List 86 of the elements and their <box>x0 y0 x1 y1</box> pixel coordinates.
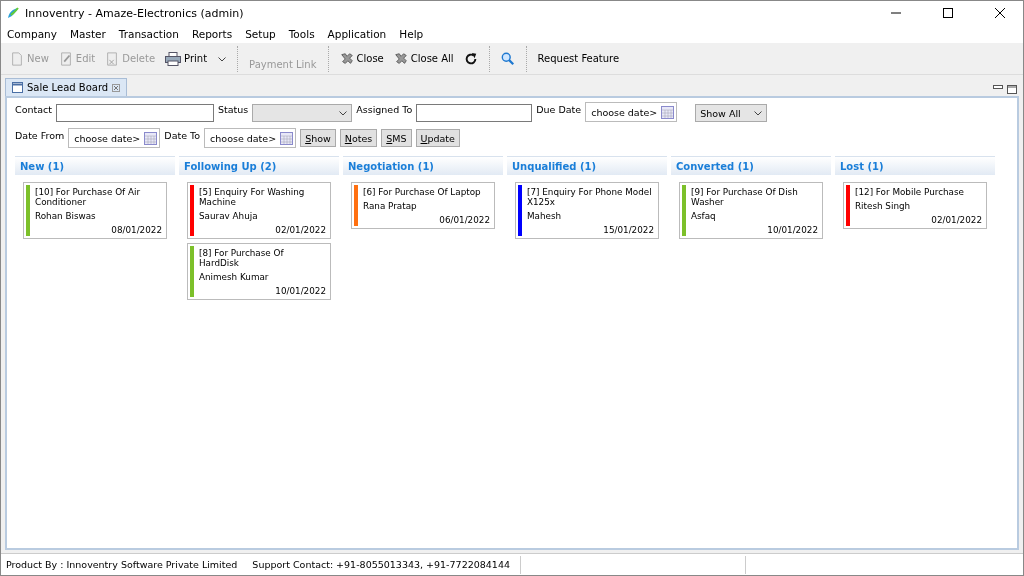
lead-title: [6] For Purchase Of Laptop <box>363 187 482 197</box>
dropdown-caret-icon <box>218 57 227 62</box>
status-text: Product By : Innoventry Software Private Limited <box>5 559 239 570</box>
action-button[interactable]: Show <box>300 129 336 147</box>
show-dropdown[interactable]: Show All <box>695 104 768 122</box>
maximize-icon[interactable] <box>943 8 953 18</box>
calendar-icon[interactable] <box>280 131 294 145</box>
close-icon <box>393 51 408 66</box>
date-to-field[interactable]: choose date> <box>204 128 297 148</box>
close-icon <box>339 51 354 66</box>
request-feature-link[interactable]: Request Feature <box>534 51 623 66</box>
lead-contact: Saurav Ahuja <box>199 211 259 221</box>
lead-date: 08/01/2022 <box>111 225 162 235</box>
menu-item[interactable]: Application <box>327 28 387 40</box>
lead-date: 02/01/2022 <box>275 225 326 235</box>
delete-document-icon <box>105 51 120 66</box>
column-header: New (1) <box>15 156 175 175</box>
column-header: Lost (1) <box>835 156 995 175</box>
action-button[interactable]: SMS <box>381 129 412 147</box>
field-label: Status <box>217 103 249 115</box>
close-button[interactable]: Close All <box>390 49 457 68</box>
field-label: Due Date <box>536 103 582 115</box>
lead-card[interactable]: [5] Enquiry For Washing Machine Saurav Ahuja 02/01/2022 <box>187 182 331 239</box>
app-logo-icon <box>7 7 19 19</box>
lead-title: [7] Enquiry For Phone Model X125x <box>527 187 653 207</box>
close-button[interactable]: Close <box>336 49 387 68</box>
window-title: Innoventry - Amaze-Electronics (admin) <box>25 6 245 20</box>
menu-item[interactable]: Master <box>69 28 106 40</box>
lead-title: [12] For Mobile Purchase <box>855 187 965 197</box>
lead-date: 10/01/2022 <box>767 225 818 235</box>
printer-icon <box>165 51 182 66</box>
assigned-to-field[interactable] <box>416 104 533 122</box>
menu-item[interactable]: Help <box>399 28 424 40</box>
menu-item[interactable]: Tools <box>288 28 315 40</box>
calendar-icon[interactable] <box>661 105 675 119</box>
lead-card[interactable]: [8] For Purchase Of HardDisk Animesh Kumar 10/01/2022 <box>187 243 331 300</box>
lead-contact: Animesh Kumar <box>199 272 270 282</box>
lead-contact: Rana Pratap <box>363 201 418 211</box>
maximize-view-icon[interactable] <box>1007 85 1017 94</box>
close-icon[interactable] <box>995 8 1005 18</box>
action-button[interactable]: Update <box>415 129 460 147</box>
field-label: Contact <box>15 103 52 115</box>
menu-item[interactable]: Transaction <box>118 28 179 40</box>
lead-contact: Mahesh <box>527 211 563 221</box>
due-date-field[interactable]: choose date> <box>585 102 678 122</box>
lead-card[interactable]: [9] For Purchase Of Dish Washer Asfaq 10/01/2022 <box>679 182 823 239</box>
column-header: Converted (1) <box>671 156 831 175</box>
tab[interactable]: Sale Lead Board <box>5 78 128 96</box>
window-icon <box>12 82 23 93</box>
column-header: Unqualified (1) <box>507 156 667 175</box>
lead-title: [8] For Purchase Of HardDisk <box>199 248 285 268</box>
lead-contact: Ritesh Singh <box>855 201 912 211</box>
chevron-down-icon <box>754 110 763 116</box>
field-label: Date To <box>164 129 201 141</box>
menu-item[interactable]: Reports <box>191 28 233 40</box>
field-label: Assigned To <box>356 103 413 115</box>
column-header: Following Up (2) <box>179 156 339 175</box>
pencil-icon <box>58 51 73 66</box>
menu-item[interactable]: Company <box>7 28 57 40</box>
lead-title: [10] For Purchase Of Air Conditioner <box>35 187 142 207</box>
contact-field[interactable] <box>55 104 214 122</box>
lead-date: 06/01/2022 <box>439 215 490 225</box>
field-label: Date From <box>15 129 65 141</box>
search-icon <box>500 51 515 66</box>
lead-title: [5] Enquiry For Washing Machine <box>199 187 306 207</box>
column-header: Negotiation (1) <box>343 156 503 175</box>
lead-contact: Rohan Biswas <box>35 211 97 221</box>
lead-card[interactable]: [12] For Mobile Purchase Ritesh Singh 02/01/2022 <box>843 182 987 229</box>
close-tab-icon[interactable] <box>112 83 121 92</box>
lead-card[interactable]: [6] For Purchase Of Laptop Rana Pratap 06/01/2022 <box>351 182 495 229</box>
lead-date: 15/01/2022 <box>603 225 654 235</box>
lead-date: 10/01/2022 <box>275 286 326 296</box>
print-button[interactable]: Print <box>162 49 230 68</box>
date-from-field[interactable]: choose date> <box>68 128 161 148</box>
status-text: Support Contact: +91-8055013343, +91-7722084144 <box>251 559 511 570</box>
lead-date: 02/01/2022 <box>931 215 982 225</box>
action-button[interactable]: Notes <box>339 129 378 147</box>
lead-card[interactable]: [10] For Purchase Of Air Conditioner Rohan Biswas 08/01/2022 <box>23 182 167 239</box>
menu-item[interactable]: Setup <box>245 28 276 40</box>
lead-title: [9] For Purchase Of Dish Washer <box>691 187 799 207</box>
refresh-icon <box>463 51 478 66</box>
calendar-icon[interactable] <box>144 131 158 145</box>
lead-card[interactable]: [7] Enquiry For Phone Model X125x Mahesh 15/01/2022 <box>515 182 659 239</box>
lead-contact: Asfaq <box>691 211 717 221</box>
chevron-down-icon <box>339 110 348 116</box>
new-document-icon <box>10 51 24 66</box>
